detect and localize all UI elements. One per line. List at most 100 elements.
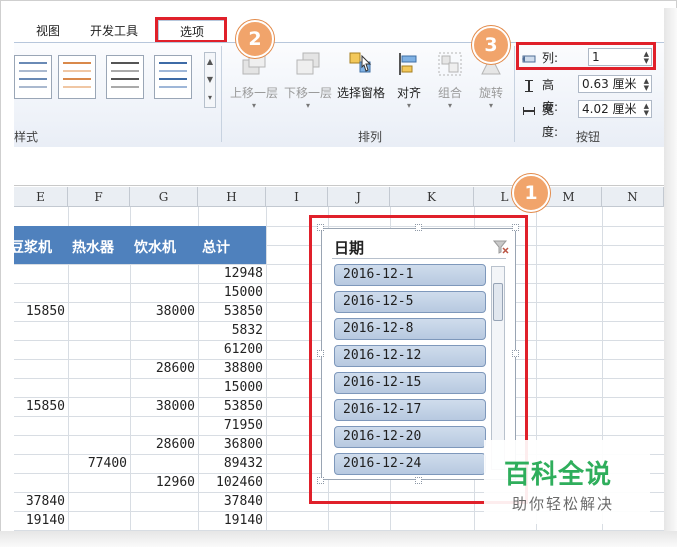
table-cell[interactable]: [60, 511, 127, 530]
tab-developer[interactable]: 开发工具: [90, 20, 138, 42]
table-cell[interactable]: 102460: [196, 473, 263, 492]
group-separator: [221, 46, 222, 142]
table-cell[interactable]: [14, 416, 65, 435]
table-cell[interactable]: 15000: [196, 378, 263, 397]
table-cell[interactable]: [14, 435, 65, 454]
slicer-style-thumb-2[interactable]: [58, 55, 96, 99]
header-water-heater[interactable]: 热水器: [72, 226, 114, 264]
header-total[interactable]: 总计: [202, 226, 230, 264]
table-cell[interactable]: [128, 511, 195, 530]
table-cell[interactable]: 5832: [196, 321, 263, 340]
table-cell[interactable]: 61200: [196, 340, 263, 359]
table-cell[interactable]: 28600: [128, 359, 195, 378]
table-cell[interactable]: 89432: [196, 454, 263, 473]
table-cell[interactable]: [128, 454, 195, 473]
table-cell[interactable]: 15850: [14, 302, 65, 321]
table-cell[interactable]: 38000: [128, 397, 195, 416]
send-backward-caret-icon: ▾: [305, 101, 310, 110]
table-cell[interactable]: [14, 321, 65, 340]
table-cell[interactable]: 15000: [196, 283, 263, 302]
gallery-up-icon[interactable]: ▲: [205, 53, 215, 71]
column-header-f[interactable]: F: [68, 187, 130, 207]
table-cell[interactable]: [14, 359, 65, 378]
send-backward-button[interactable]: 下移一层 ▾: [282, 50, 334, 111]
gallery-more-icon[interactable]: ▾: [205, 89, 215, 107]
table-cell[interactable]: [128, 321, 195, 340]
table-cell[interactable]: [14, 454, 65, 473]
group-button[interactable]: 组合 ▾: [432, 50, 468, 111]
align-button[interactable]: 对齐 ▾: [390, 50, 428, 111]
height-spinner[interactable]: 0.63 厘米 ▲ ▼: [578, 75, 652, 93]
table-cell[interactable]: 71950: [196, 416, 263, 435]
style-gallery-scroller[interactable]: ▲ ▼ ▾: [204, 52, 216, 108]
header-water-dispenser[interactable]: 饮水机: [134, 226, 176, 264]
step-badge-3: 3: [472, 26, 510, 64]
table-cell[interactable]: [60, 340, 127, 359]
column-header-e[interactable]: E: [14, 187, 68, 207]
slicer-style-thumb-1[interactable]: [14, 55, 52, 99]
table-cell[interactable]: [60, 321, 127, 340]
table-cell[interactable]: [128, 340, 195, 359]
tab-view[interactable]: 视图: [36, 20, 60, 42]
gallery-down-icon[interactable]: ▼: [205, 71, 215, 89]
column-header-h[interactable]: H: [198, 187, 266, 207]
table-cell[interactable]: 28600: [128, 435, 195, 454]
slicer-style-thumb-4[interactable]: [154, 55, 192, 99]
table-cell[interactable]: 77400: [60, 454, 127, 473]
table-cell[interactable]: [128, 492, 195, 511]
selection-pane-button[interactable]: 选择窗格: [336, 50, 386, 101]
table-cell[interactable]: 38800: [196, 359, 263, 378]
group-label: 组合: [437, 86, 462, 100]
table-cell[interactable]: [14, 264, 65, 283]
group-label-styles: 样式: [14, 130, 39, 144]
group-caret-icon: ▾: [447, 101, 452, 110]
width-label: 宽度:: [542, 103, 559, 139]
column-header-j[interactable]: J: [328, 187, 390, 207]
table-cell[interactable]: [60, 302, 127, 321]
table-cell[interactable]: [14, 378, 65, 397]
table-cell[interactable]: 19140: [14, 511, 65, 530]
slicer-style-thumb-3[interactable]: [106, 55, 144, 99]
group-label-arrange: 排列: [358, 130, 383, 144]
column-header-i[interactable]: I: [266, 187, 328, 207]
header-soymilk-maker[interactable]: 豆浆机: [14, 226, 52, 264]
table-cell[interactable]: [60, 378, 127, 397]
table-cell[interactable]: [128, 416, 195, 435]
table-cell[interactable]: [128, 264, 195, 283]
table-cell[interactable]: [60, 492, 127, 511]
table-cell[interactable]: [60, 359, 127, 378]
table-cell[interactable]: 37840: [14, 492, 65, 511]
table-cell[interactable]: [60, 397, 127, 416]
bring-forward-button[interactable]: 上移一层 ▾: [228, 50, 280, 111]
table-cell[interactable]: 12948: [196, 264, 263, 283]
table-cell[interactable]: 36800: [196, 435, 263, 454]
table-cell[interactable]: 37840: [196, 492, 263, 511]
table-cell[interactable]: 12960: [128, 473, 195, 492]
table-cell[interactable]: [14, 473, 65, 492]
align-caret-icon: ▾: [406, 101, 411, 110]
table-cell[interactable]: [60, 435, 127, 454]
table-cell[interactable]: [60, 473, 127, 492]
spin-down-icon[interactable]: ▼: [644, 110, 649, 117]
table-cell[interactable]: [128, 283, 195, 302]
table-cell[interactable]: [14, 283, 65, 302]
column-header-n[interactable]: N: [602, 187, 664, 207]
frame-shadow-right: [664, 8, 677, 547]
table-cell[interactable]: [60, 416, 127, 435]
watermark-slogan: 助你轻松解决: [512, 495, 615, 513]
column-header-g[interactable]: G: [130, 187, 198, 207]
table-cell[interactable]: 19140: [196, 511, 263, 530]
table-cell[interactable]: [60, 264, 127, 283]
table-cell[interactable]: 38000: [128, 302, 195, 321]
table-cell[interactable]: [60, 283, 127, 302]
table-cell[interactable]: 15850: [14, 397, 65, 416]
width-spinner[interactable]: 4.02 厘米 ▲ ▼: [578, 100, 652, 118]
spin-down-icon[interactable]: ▼: [644, 85, 649, 92]
table-cell[interactable]: 53850: [196, 397, 263, 416]
column-header-k[interactable]: K: [390, 187, 474, 207]
highlight-columns-field: [516, 42, 656, 70]
step-badge-2: 2: [236, 20, 274, 58]
table-cell[interactable]: [14, 340, 65, 359]
table-cell[interactable]: 53850: [196, 302, 263, 321]
table-cell[interactable]: [128, 378, 195, 397]
